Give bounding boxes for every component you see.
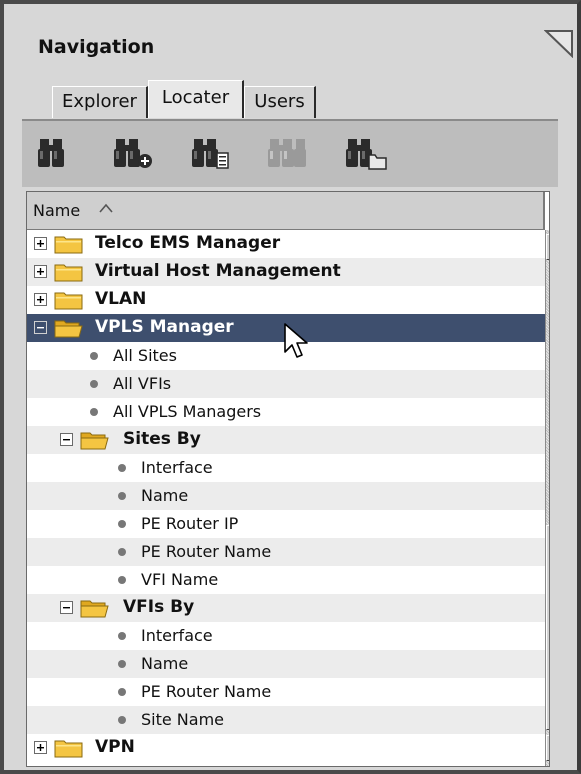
binoculars-add-icon [114, 139, 152, 168]
tree-row-label: Telco EMS Manager [95, 233, 281, 253]
folder-open-icon [80, 600, 109, 618]
tree-item-row[interactable]: All VFIs [27, 370, 545, 398]
panel-title: Navigation [38, 36, 155, 58]
tab-users[interactable]: Users [244, 86, 316, 118]
tree-folder-row[interactable]: Telco EMS Manager [27, 230, 545, 258]
folder-open-icon [80, 432, 109, 450]
tree-item-row[interactable]: Interface [27, 454, 545, 482]
tree-item-row[interactable]: PE Router Name [27, 538, 545, 566]
binoculars-button[interactable] [36, 133, 80, 173]
column-header-name[interactable]: Name [27, 192, 545, 230]
binoculars-add-button[interactable] [112, 133, 156, 173]
tree-row-label: VPLS Manager [95, 317, 234, 337]
scroll-down-button[interactable] [546, 735, 550, 761]
binoculars-folder-icon [346, 139, 387, 170]
tree-item-row[interactable]: PE Router IP [27, 510, 545, 538]
scroll-up-button[interactable] [546, 234, 550, 260]
node-bullet-icon [118, 660, 126, 668]
node-bullet-icon [118, 632, 126, 640]
tree-folder-row[interactable]: Virtual Host Management [27, 258, 545, 286]
tree-row-label: VFI Name [141, 570, 219, 589]
tree-item-row[interactable]: Name [27, 482, 545, 510]
collapse-triangle-icon[interactable] [543, 28, 574, 59]
tree-item-row[interactable]: Interface [27, 622, 545, 650]
tree-folder-row[interactable]: VPN [27, 734, 545, 762]
tree-row-label: VPN [95, 737, 135, 757]
tree-row-label: VFIs By [123, 597, 195, 617]
node-bullet-icon [90, 408, 98, 416]
tree-row-label: VLAN [95, 289, 147, 309]
tree-row-label: PE Router Name [141, 542, 272, 561]
collapse-toggle-icon[interactable] [34, 321, 47, 334]
tree-row-label: PE Router IP [141, 514, 239, 533]
sort-ascending-icon [99, 203, 113, 213]
node-bullet-icon [118, 716, 126, 724]
tab-locater[interactable]: Locater [148, 80, 244, 118]
node-bullet-icon [90, 352, 98, 360]
tree-item-row[interactable]: PE Router Name [27, 678, 545, 706]
binoculars-list-icon [192, 139, 229, 169]
folder-icon [54, 740, 83, 758]
node-bullet-icon [118, 576, 126, 584]
expand-toggle-icon[interactable] [34, 237, 47, 250]
expand-toggle-icon[interactable] [34, 293, 47, 306]
binoculars-icon [38, 139, 64, 167]
scroll-thumb[interactable] [546, 525, 549, 730]
expand-toggle-icon[interactable] [34, 265, 47, 278]
vertical-scrollbar[interactable] [545, 230, 550, 766]
arrow-down-icon [547, 736, 550, 760]
tree-row-label: Site Name [141, 710, 225, 729]
arrow-up-icon [547, 235, 550, 259]
tree-row-label: Interface [141, 626, 213, 645]
tree-row-label: All Sites [113, 346, 177, 365]
binoculars-disabled-button[interactable] [266, 133, 310, 173]
tree-folder-row[interactable]: VPLS Manager [27, 314, 545, 342]
tree-item-row[interactable]: All VPLS Managers [27, 398, 545, 426]
folder-open-icon [54, 320, 83, 338]
tree-folder-row[interactable]: VFIs By [27, 594, 545, 622]
tree-row-label: Interface [141, 458, 213, 477]
tree-item-row[interactable]: Name [27, 650, 545, 678]
tree-row-label: All VFIs [113, 374, 172, 393]
node-bullet-icon [118, 520, 126, 528]
locater-toolbar [22, 119, 558, 187]
tree-item-row[interactable]: VFI Name [27, 566, 545, 594]
tree-row-label: Sites By [123, 429, 201, 449]
navigation-panel: Navigation Explorer Locater Users Name T… [0, 0, 581, 774]
folder-icon [54, 264, 83, 282]
node-bullet-icon [118, 688, 126, 696]
folder-icon [54, 236, 83, 254]
collapse-toggle-icon[interactable] [60, 433, 73, 446]
tree-row-label: Name [141, 654, 189, 673]
tree-view[interactable]: Name Telco EMS Manager Virtual Host Manag… [26, 191, 550, 767]
node-bullet-icon [118, 548, 126, 556]
tree-row-label: Virtual Host Management [95, 261, 341, 281]
tree-row-label: All VPLS Managers [113, 402, 262, 421]
tree-folder-row[interactable]: VLAN [27, 286, 545, 314]
tree-folder-row[interactable]: Sites By [27, 426, 545, 454]
expand-toggle-icon[interactable] [34, 741, 47, 754]
tree-item-row[interactable]: All Sites [27, 342, 545, 370]
collapse-toggle-icon[interactable] [60, 601, 73, 614]
tree-item-row[interactable]: Site Name [27, 706, 545, 734]
binoculars-list-button[interactable] [190, 133, 234, 173]
binoculars-folder-button[interactable] [344, 133, 388, 173]
tab-explorer[interactable]: Explorer [52, 86, 148, 118]
column-header-label: Name [33, 201, 81, 220]
tree-row-label: Name [141, 486, 189, 505]
node-bullet-icon [90, 380, 98, 388]
node-bullet-icon [118, 492, 126, 500]
tree-row-label: PE Router Name [141, 682, 272, 701]
binoculars-disabled-icon [268, 139, 306, 167]
node-bullet-icon [118, 464, 126, 472]
folder-icon [54, 292, 83, 310]
